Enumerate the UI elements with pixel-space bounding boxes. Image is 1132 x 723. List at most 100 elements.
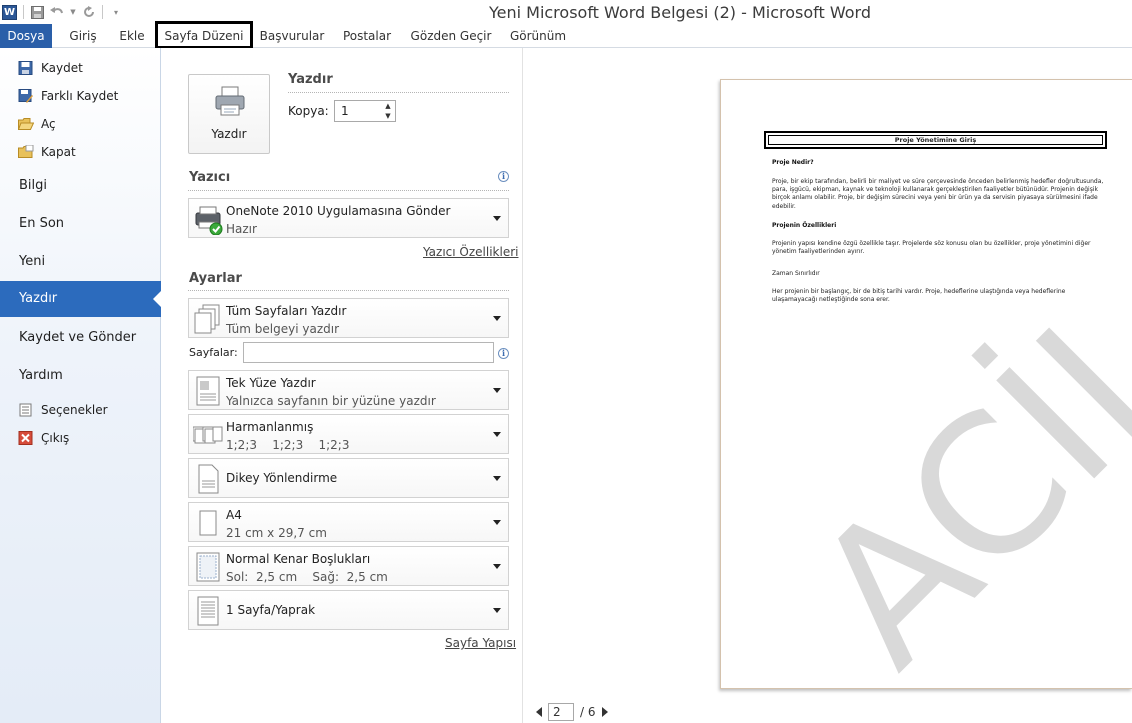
document-subheading: Zaman Sınırlıdır [772,270,820,277]
pages-per-sheet-dropdown[interactable]: 1 Sayfa/Yaprak [188,590,509,630]
printer-section-title: Yazıcı [189,170,231,185]
nav-open-label: Aç [41,117,56,131]
settings-section-title: Ayarlar [189,271,242,286]
document-heading-2: Projenin Özellikleri [772,222,837,229]
document-title: Proje Yönetimine Giriş [768,135,1103,145]
tab-review[interactable]: Gözden Geçir [408,24,494,48]
sides-main: Tek Yüze Yazdır [226,376,316,390]
collation-main: Harmanlanmış [226,420,314,434]
document-paragraph-3: Her projenin bir başlangıç, bir de bitiş… [772,288,1066,304]
copies-spinner[interactable]: 1 ▲ ▼ [334,100,396,122]
margins-dropdown[interactable]: Normal Kenar Boşlukları Sol: 2,5 cm Sağ:… [188,546,509,586]
printer-name: OneNote 2010 Uygulamasına Gönder [226,204,451,218]
nav-print[interactable]: Yazdır [0,281,162,317]
divider [188,190,509,191]
chevron-down-icon [493,608,501,613]
paper-size-dropdown[interactable]: A4 21 cm x 29,7 cm [188,502,509,542]
document-paragraph-1: Proje, bir ekip tarafından, belirli bir … [772,178,1104,210]
current-page-input[interactable]: 2 [548,703,574,721]
printer-properties-link[interactable]: Yazıcı Özellikleri [423,245,518,259]
collated-icon [193,426,223,444]
nav-close-label: Kapat [41,145,76,159]
page-navigator: 2 / 6 [536,703,608,721]
spinner-arrows-icon[interactable]: ▲ ▼ [381,101,395,121]
one-sided-icon [196,376,220,406]
divider [288,92,509,93]
collation-dropdown[interactable]: Harmanlanmış 1;2;3 1;2;3 1;2;3 [188,414,509,454]
nav-options-label: Seçenekler [41,403,108,417]
margins-icon [196,552,220,582]
printer-icon [195,206,223,235]
print-range-sub: Tüm belgeyi yazdır [226,322,340,336]
close-folder-icon [18,144,34,159]
sides-sub: Yalnızca sayfanın bir yüzüne yazdır [226,394,436,408]
previous-page-icon[interactable] [536,707,542,717]
tab-mailings[interactable]: Postalar [338,24,396,48]
margins-sub: Sol: 2,5 cm Sağ: 2,5 cm [226,570,388,584]
pages-input[interactable] [243,342,494,363]
portrait-icon [198,464,219,494]
nav-new[interactable]: Yeni [19,254,45,269]
save-icon [18,61,33,75]
open-folder-icon [17,117,35,131]
nav-help[interactable]: Yardım [19,368,63,383]
collation-sub: 1;2;3 1;2;3 1;2;3 [226,438,350,452]
nav-options[interactable]: Seçenekler [18,400,108,420]
printer-status: Hazır [226,222,257,236]
save-as-icon [18,89,33,103]
nav-save[interactable]: Kaydet [18,58,83,78]
nav-save-and-send[interactable]: Kaydet ve Gönder [19,330,136,345]
tab-home[interactable]: Giriş [62,24,104,48]
orientation-dropdown[interactable]: Dikey Yönlendirme [188,458,509,498]
tab-view[interactable]: Görünüm [506,24,570,48]
copies-label: Kopya: [288,104,329,118]
sides-dropdown[interactable]: Tek Yüze Yazdır Yalnızca sayfanın bir yü… [188,370,509,410]
print-section-title: Yazdır [288,72,333,87]
chevron-down-icon [493,316,501,321]
nav-exit[interactable]: Çıkış [18,428,69,448]
chevron-down-icon [493,520,501,525]
nav-save-as[interactable]: Farklı Kaydet [18,86,118,106]
printer-icon [215,86,245,116]
print-range-main: Tüm Sayfaları Yazdır [226,304,347,318]
copies-value: 1 [341,104,349,118]
nav-close[interactable]: Kapat [18,142,76,162]
tab-references[interactable]: Başvurular [258,24,326,48]
printer-dropdown[interactable]: OneNote 2010 Uygulamasına Gönder Hazır [188,198,509,238]
margins-main: Normal Kenar Boşlukları [226,552,371,566]
page-setup-link[interactable]: Sayfa Yapısı [445,636,516,650]
options-icon [18,403,33,417]
document-paragraph-2: Projenin yapısı kendine özgü özellikle t… [772,240,1091,256]
pages-per-sheet-main: 1 Sayfa/Yaprak [226,603,316,617]
chevron-down-icon [493,388,501,393]
paper-size-sub: 21 cm x 29,7 cm [226,526,327,540]
info-icon[interactable]: i [498,171,509,182]
print-button[interactable]: Yazdır [188,74,270,154]
nav-recent[interactable]: En Son [19,216,64,231]
orientation-main: Dikey Yönlendirme [226,471,338,485]
nav-exit-label: Çıkış [41,431,70,445]
pages-per-sheet-icon [197,596,219,626]
tab-file[interactable]: Dosya [0,24,52,48]
nav-info[interactable]: Bilgi [19,178,47,193]
pages-icon [194,304,220,334]
tab-insert[interactable]: Ekle [114,24,150,48]
nav-print-label: Yazdır [19,291,58,306]
chevron-down-icon [493,432,501,437]
window-title: Yeni Microsoft Word Belgesi (2) - Micros… [488,3,872,22]
document-title-box: Proje Yönetimine Giriş [764,131,1107,149]
tab-highlight-box [155,21,253,49]
paper-size-main: A4 [226,508,242,522]
nav-open[interactable]: Aç [17,114,56,134]
nav-save-label: Kaydet [41,61,83,75]
next-page-icon[interactable] [601,707,608,717]
info-icon[interactable]: i [498,348,509,359]
document-heading-1: Proje Nedir? [772,159,814,166]
pages-label: Sayfalar: [189,346,238,359]
divider [188,290,509,291]
nav-save-as-label: Farklı Kaydet [41,89,119,103]
chevron-down-icon [493,216,501,221]
exit-icon [18,431,33,445]
print-range-dropdown[interactable]: Tüm Sayfaları Yazdır Tüm belgeyi yazdır [188,298,509,338]
print-button-label: Yazdır [211,127,247,141]
